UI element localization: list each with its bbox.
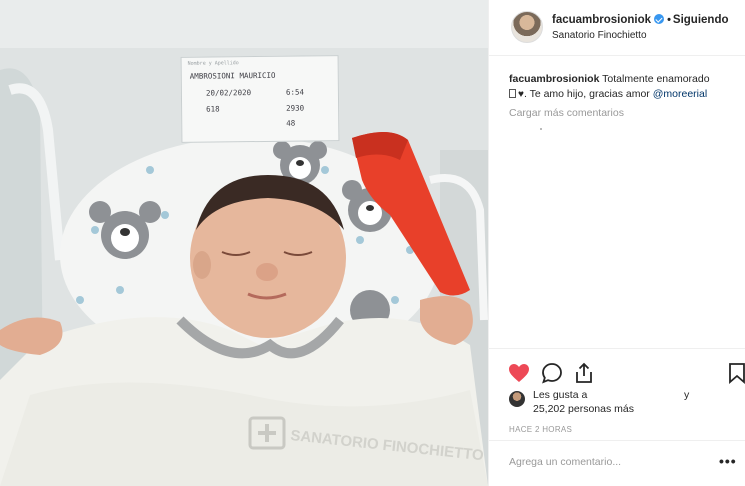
post-timestamp[interactable]: HACE 2 HORAS [509,425,572,434]
card-weight: 2930 [286,103,305,113]
comment-input[interactable] [509,456,699,468]
post-header: facuambrosioniok • Siguiendo Sanatorio Fin… [489,0,745,56]
username-link[interactable]: facuambrosioniok [552,14,651,26]
username-row: facuambrosioniok • Siguiendo [552,14,729,26]
share-upload-icon [576,362,592,383]
caption-text-2: . Te amo hijo, gracias amor [523,88,650,100]
location-link[interactable]: Sanatorio Finochietto [552,30,647,41]
post-caption: facuambrosioniok Totalmente enamorado ♥.… [509,72,734,102]
heart-filled-icon [509,364,529,382]
card-room: 618 [206,104,220,114]
comment-button[interactable] [540,361,564,385]
card-extra: 48 [286,118,296,128]
hospital-id-card: Nombre y Apellido AMBROSIONI MAURICIO 20… [180,55,340,143]
caption-mention[interactable]: @moreerial [653,88,707,100]
verified-badge-icon [654,14,665,24]
caption-author[interactable]: facuambrosioniok [509,73,599,85]
liker-avatar[interactable] [509,391,525,407]
card-name: AMBROSIONI MAURICIO [189,70,276,81]
emoji-placeholder-icon [509,89,516,98]
instagram-post: SANATORIO FINOCHIETTO Nombre y Apellido … [0,0,745,486]
action-bar [489,348,745,394]
bookmark-icon [729,363,745,384]
user-avatar[interactable] [511,11,543,43]
save-button[interactable] [725,361,745,385]
more-options-button[interactable]: ••• [719,453,737,469]
comment-bar: ••• [489,440,745,486]
post-photo[interactable]: SANATORIO FINOCHIETTO Nombre y Apellido … [0,0,488,486]
likes-count: 25,202 personas más [533,403,634,415]
comment-divider-dot [540,128,542,130]
load-more-comments-link[interactable]: Cargar más comentarios [509,107,624,119]
likes-and: y [684,389,690,401]
like-button[interactable] [507,361,531,385]
card-time: 6:54 [285,87,305,97]
separator-dot: • [667,14,671,26]
card-date: 20/02/2020 [205,88,252,98]
comment-bubble-icon [542,363,562,384]
likes-prefix: Les gusta a [533,389,588,401]
post-side-panel: facuambrosioniok • Siguiendo Sanatorio Fin… [488,0,745,486]
following-button[interactable]: Siguiendo [673,14,729,26]
likes-count-link[interactable]: 25,202 personas más [533,403,634,415]
caption-text-1: Totalmente enamorado [602,73,710,85]
share-button[interactable] [572,361,596,385]
likes-section: Les gusta a y 25,202 personas más [509,389,734,419]
